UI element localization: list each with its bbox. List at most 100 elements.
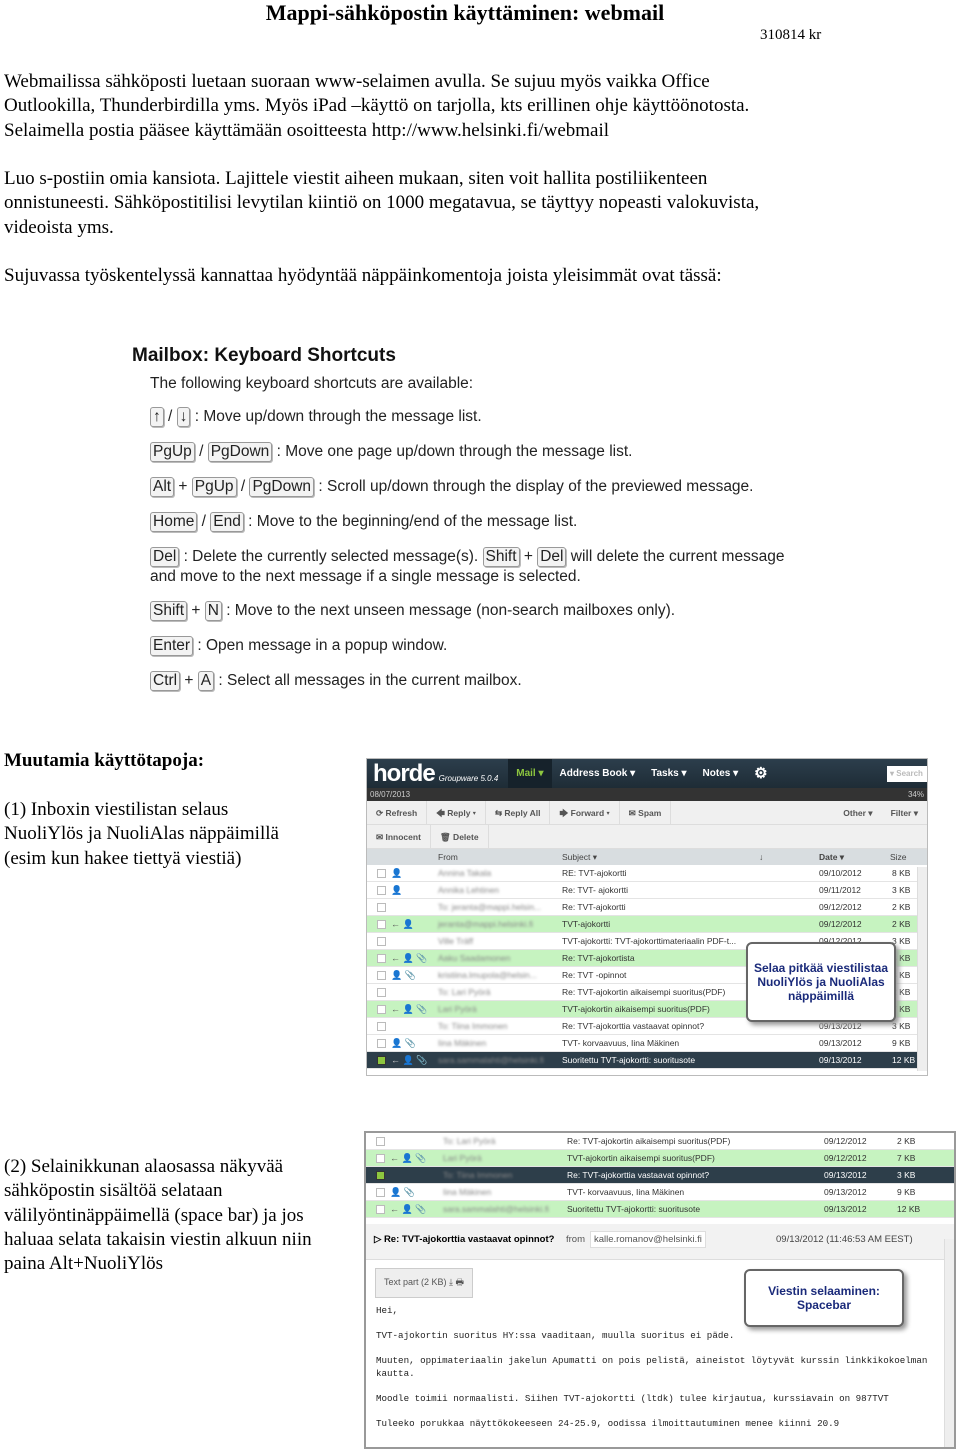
message-row[interactable]: ← 👤 📎 sara.sammalahti@helsinki.fi Suoritet…	[367, 1052, 927, 1069]
size: 2 KB	[892, 919, 911, 929]
toolbar-button-0[interactable]: ⟳ Refresh	[367, 800, 428, 825]
row-checkbox[interactable]	[377, 903, 386, 912]
message-row[interactable]: 👤 Annina Takala RE: TVT-ajokortti 09/10/201…	[367, 865, 927, 882]
row-checkbox[interactable]	[377, 971, 386, 980]
row-checkbox[interactable]	[376, 1188, 385, 1197]
row-checkbox[interactable]	[376, 1137, 385, 1146]
shortcut-row: Shift + N : Move to the next unseen mess…	[150, 601, 792, 621]
row-checkbox[interactable]	[377, 937, 386, 946]
col-from[interactable]: From	[438, 852, 458, 862]
callout-line: NuoliYlös ja NuoliAlas	[757, 975, 885, 989]
subject: Re: TVT-ajokortin aikaisempi suoritus(PD…	[562, 987, 726, 997]
date: 09/12/2012	[819, 919, 862, 929]
col-subject[interactable]: Subject ▾	[562, 852, 597, 863]
callout-line: Spacebar	[796, 1298, 851, 1312]
subject: TVT-ajokortin aikaisempi suoritus(PDF)	[567, 1153, 715, 1163]
key-cap: Shift	[150, 601, 188, 621]
toolbar2-button-0[interactable]: ✉ Innocent	[367, 824, 431, 849]
message-date: 09/13/2012 (11:46:53 AM EEST)	[776, 1234, 913, 1245]
text-line: Outlookilla, Thunderbirdilla yms. Myös i…	[4, 95, 750, 117]
date: 09/12/2012	[824, 1136, 867, 1146]
row-checkbox[interactable]	[377, 1022, 386, 1031]
size: 9 KB	[897, 1187, 916, 1197]
status-icons: 👤 📎	[391, 970, 416, 980]
text-line: Webmailissa sähköposti luetaan suoraan w…	[4, 71, 710, 92]
row-checkbox[interactable]	[377, 920, 386, 929]
nav-address-book[interactable]: Address Book ▾	[552, 759, 644, 788]
row-checkbox[interactable]	[376, 1154, 385, 1163]
sender-address[interactable]: kalle.romanov@helsinki.fi	[590, 1231, 706, 1248]
sender: To: Tiina Immonen	[443, 1170, 513, 1180]
text-part-attachment[interactable]: Text part (2 KB) ⤓ 🖶	[375, 1268, 473, 1298]
size: 3 KB	[892, 1021, 911, 1031]
subject: Re: TVT-ajokorttia vastaavat opinnot?	[567, 1170, 710, 1180]
key-cap: PgDown	[249, 477, 315, 497]
message-row[interactable]: To: Lari Pyörä Re: TVT-ajokortin aikaisem…	[366, 1133, 954, 1150]
text-line: (1) Inboxin viestilistan selaus	[4, 799, 229, 820]
sort-icon[interactable]: ↓	[759, 852, 763, 862]
date: 09/13/2012	[819, 1038, 862, 1048]
key-cap: Del	[150, 547, 180, 567]
toolbar-button-1[interactable]: 🡄 Reply ▾	[427, 800, 486, 825]
col-size[interactable]: Size	[890, 852, 907, 862]
nav-mail[interactable]: Mail ▾	[508, 759, 552, 788]
message-row[interactable]: To: Tiina Immonen Re: TVT-ajokorttia vast…	[366, 1167, 954, 1184]
toolbar-button-4[interactable]: ✉ Spam	[620, 800, 672, 825]
key-cap: N	[204, 601, 222, 621]
key-cap: End	[210, 512, 244, 532]
key-cap: Enter	[150, 636, 194, 656]
key-cap: ↓	[176, 407, 191, 427]
col-date[interactable]: Date ▾	[819, 852, 844, 863]
toolbar: ⟳ Refresh 🡄 Reply ▾ ⇆ Reply All 🡆 Forward ▾…	[367, 800, 927, 825]
row-checkbox[interactable]	[377, 988, 386, 997]
sender: Aaku Saadamonen	[438, 953, 511, 963]
status-icons: 👤 📎	[391, 1038, 416, 1048]
message-row[interactable]: 👤 Annika Lehtinen Re: TVT- ajokortti 09/11/…	[367, 882, 927, 899]
message-row[interactable]: 👤 📎 Iina Mäkinen TVT- korvaavuus, Iina Mäk…	[367, 1035, 927, 1052]
size: 2 KB	[892, 902, 911, 912]
row-checkbox[interactable]	[376, 1205, 385, 1214]
search-input[interactable]: ▾ Search	[887, 765, 927, 782]
message-row[interactable]: 👤 📎 Iina Mäkinen TVT- korvaavuus, Iina Mäk…	[366, 1184, 954, 1201]
callout-2: Viestin selaaminen: Spacebar	[744, 1269, 904, 1327]
row-checkbox[interactable]	[377, 886, 386, 895]
toolbar-button-3[interactable]: 🡆 Forward ▾	[550, 800, 620, 825]
status-icons: ← 👤 📎	[391, 1004, 428, 1014]
sender: Iina Mäkinen	[443, 1187, 492, 1197]
row-checkbox[interactable]	[377, 869, 386, 878]
row-checkbox[interactable]	[377, 1039, 386, 1048]
toolbar-button-right-1[interactable]: Filter ▾	[882, 801, 927, 825]
message-row[interactable]: To: jeranta@mappi.helsin... Re: TVT-ajoko…	[367, 899, 927, 916]
toolbar2-button-1[interactable]: 🗑 Delete	[431, 824, 489, 849]
message-row[interactable]: ← 👤 📎 Lari Pyörä TVT-ajokortin aikaisempi …	[366, 1150, 954, 1167]
nav-notes[interactable]: Notes ▾	[695, 759, 747, 788]
nav-tasks[interactable]: Tasks ▾	[643, 759, 694, 788]
toolbar-button-right-0[interactable]: Other ▾	[834, 801, 881, 825]
row-checkbox[interactable]	[377, 1005, 386, 1014]
usage-1-text: (1) Inboxin viestilistan selaus NuoliYlö…	[4, 798, 279, 871]
shortcut-row: Ctrl + A : Select all messages in the cu…	[150, 671, 792, 691]
callout-1: Selaa pitkää viestilistaa NuoliYlös ja Nu…	[746, 942, 896, 1022]
date: 09/13/2012	[824, 1204, 867, 1214]
row-checkbox[interactable]	[376, 1171, 385, 1180]
row-checkbox[interactable]	[377, 954, 386, 963]
message-row[interactable]: ← 👤 jeranta@mappi.helsinki.fi TVT-ajokortt…	[367, 916, 927, 933]
shortcut-row: PgUp / PgDown : Move one page up/down th…	[150, 442, 792, 462]
gear-icon[interactable]: ⚙	[746, 759, 775, 788]
scrollbar[interactable]	[917, 867, 927, 1071]
toolbar-button-2[interactable]: ⇆ Reply All	[486, 800, 551, 825]
key-cap: Home	[150, 512, 198, 532]
text-line: onnistuneesti. Sähköpostitilisi levytila…	[4, 192, 760, 214]
row-checkbox[interactable]	[377, 1056, 386, 1065]
text-line: videoista yms.	[4, 216, 114, 238]
scrollbar[interactable]	[944, 1239, 954, 1447]
text-line: haluaa selata takaisin viestin alkuun ni…	[4, 1228, 312, 1250]
status-icons: ← 👤 📎	[391, 953, 428, 963]
sender: To: Lari Pyörä	[443, 1136, 496, 1146]
sender: kristiina.lmupola@helsin...	[438, 970, 537, 980]
shortcut-row: Home / End : Move to the beginning/end o…	[150, 512, 792, 532]
shortcut-description: : Scroll up/down through the display of …	[314, 478, 754, 495]
shortcut-description: : Move one page up/down through the mess…	[272, 443, 633, 460]
message-row[interactable]: ← 👤 📎 sara.sammalahti@helsinki.fi Suoritet…	[366, 1201, 954, 1218]
key-cap: PgUp	[191, 477, 237, 497]
